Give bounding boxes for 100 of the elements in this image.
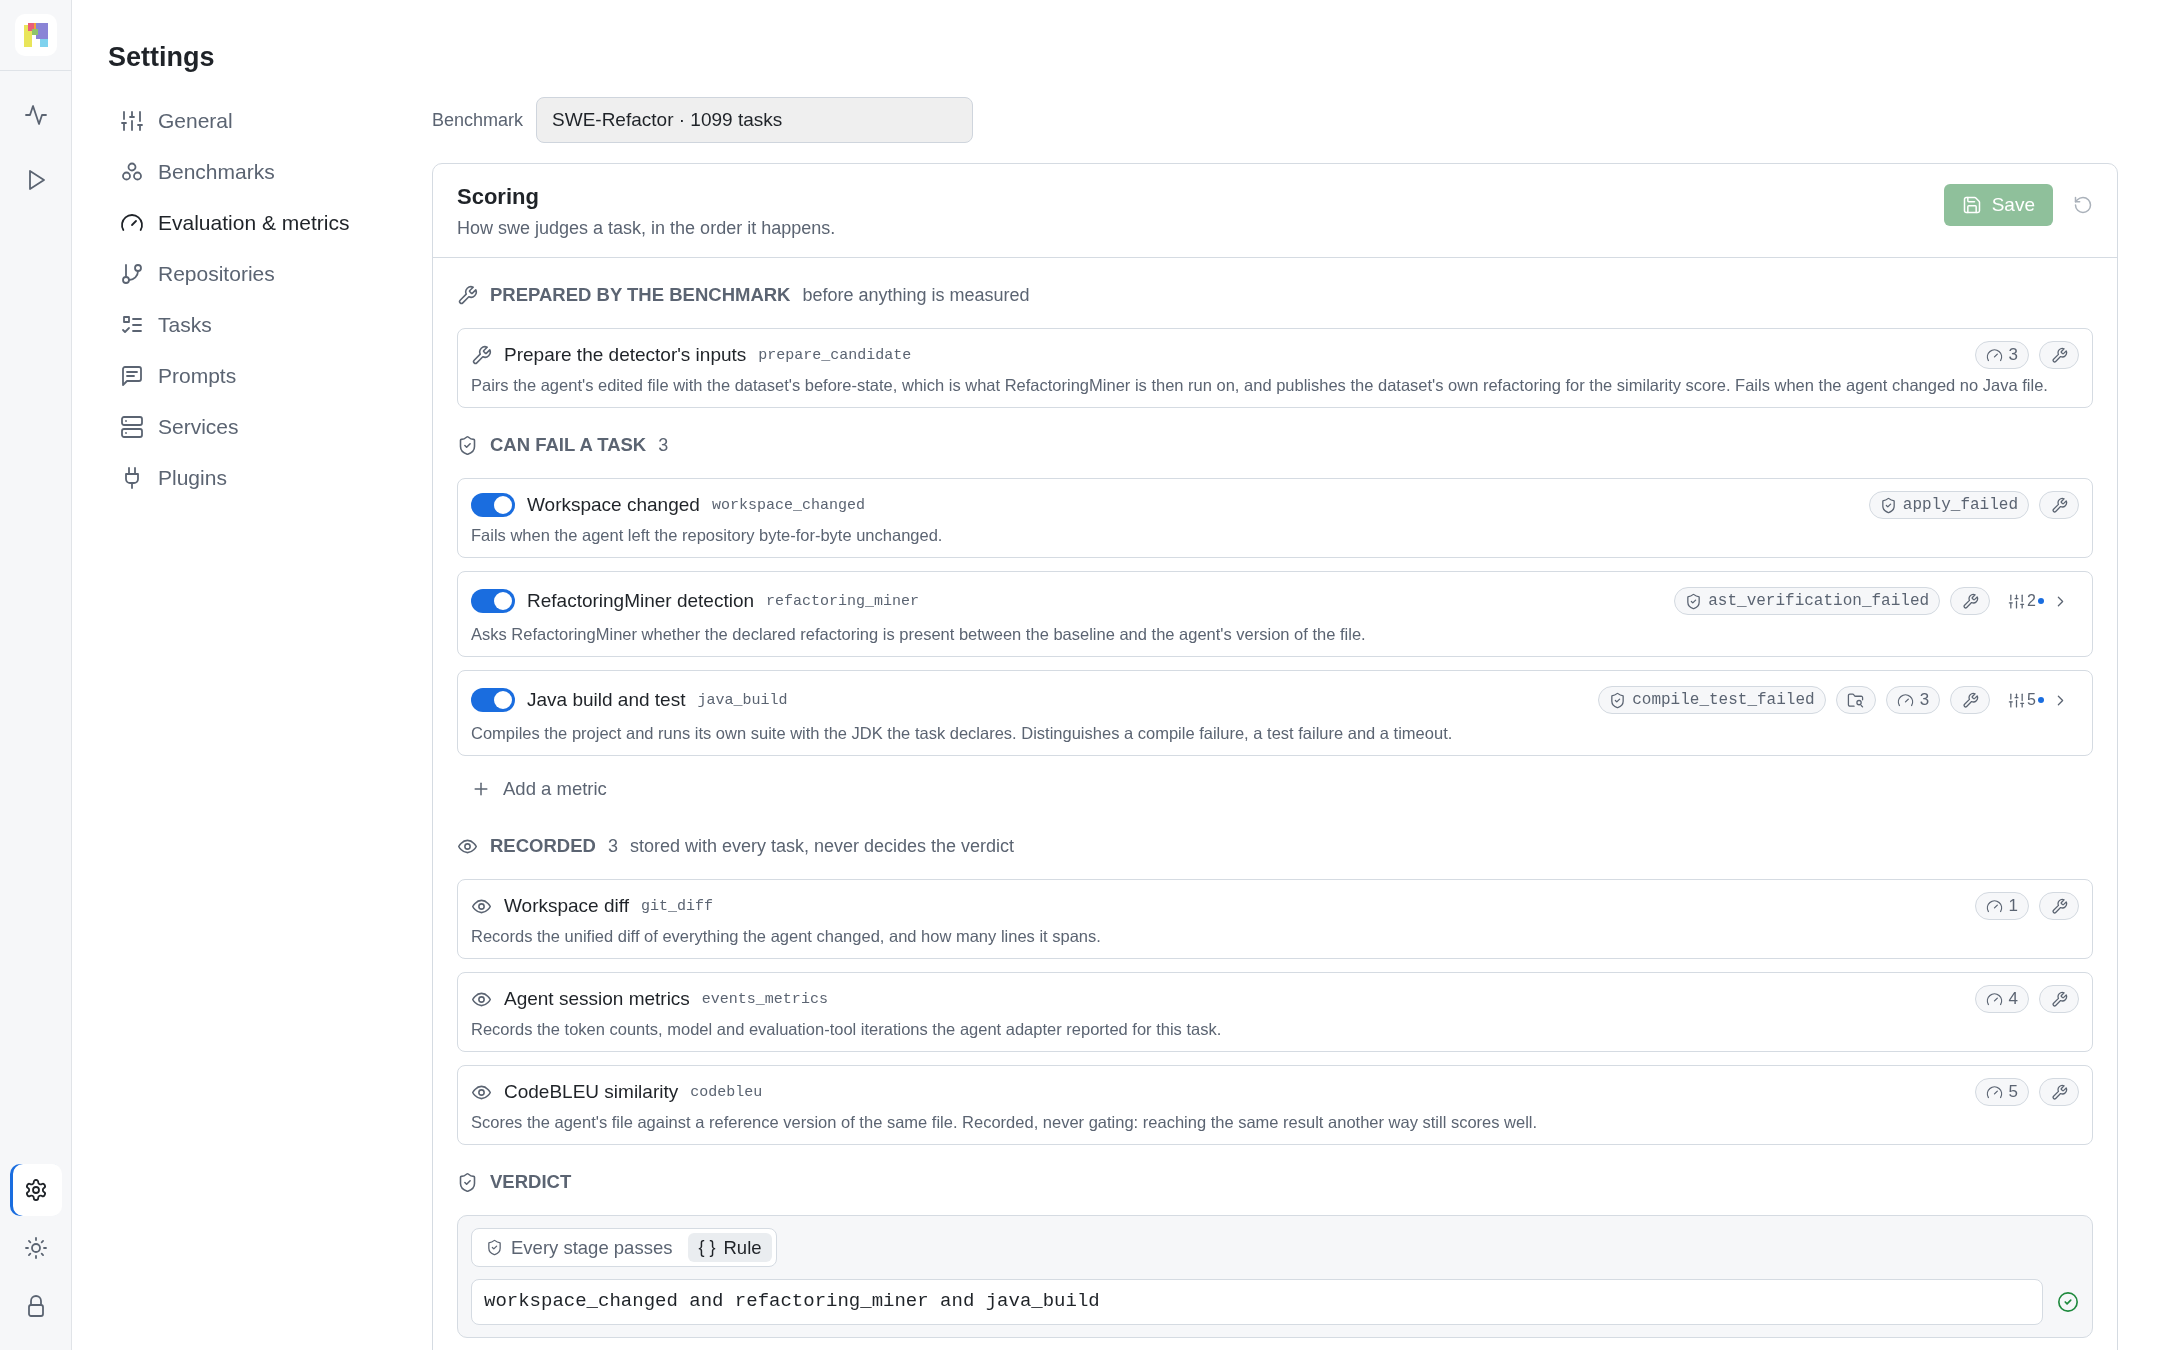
sliders-icon[interactable]	[2008, 691, 2026, 709]
folder-search-icon	[1847, 691, 1865, 709]
gauge-icon	[1985, 1083, 2003, 1101]
metric-title: Java build and test	[527, 689, 686, 711]
add-metric-button[interactable]: Add a metric	[457, 769, 607, 809]
shield-check-icon	[1609, 691, 1627, 709]
mode-tab[interactable]: Every stage passes	[476, 1233, 683, 1262]
mode-tab[interactable]: { } Rule	[688, 1233, 772, 1262]
nav-item[interactable]: Benchmarks	[108, 146, 432, 197]
panel-subtitle: How swe judges a task, in the order it happens.	[457, 218, 836, 239]
metric-id: refactoring_miner	[766, 592, 920, 610]
metric-id: codebleu	[690, 1083, 763, 1101]
shield-check-icon	[1879, 496, 1897, 514]
wrench-icon	[471, 344, 492, 366]
metrics-chip[interactable]: 3	[1885, 686, 1941, 714]
metric-description: Pairs the agent's edited file with the dataset's before-state, which is what RefactoringMiner is then run on, and publishes the dataset's own refactoring for the similarity score. Fails when the agent changed no Java file.	[471, 376, 2049, 395]
metric-id: prepare_candidate	[758, 346, 912, 364]
shield-check-icon	[1685, 592, 1703, 610]
metric-title: Prepare the detector's inputs	[504, 344, 747, 366]
pulse-icon	[23, 103, 48, 127]
metric-title: Workspace diff	[504, 895, 629, 917]
gauge-icon	[1985, 897, 2003, 915]
shield-check-icon	[486, 1239, 503, 1256]
server-icon	[120, 414, 144, 439]
nav-item[interactable]: Tasks	[108, 299, 432, 350]
metric-description: Compiles the project and runs its own suite with the JDK the task declares. Distinguishes a compile failure, a test failure and a timeout.	[471, 724, 1454, 743]
metric-id: git_diff	[640, 897, 713, 915]
nav-item[interactable]: Prompts	[108, 350, 432, 401]
wrench-icon	[2050, 897, 2068, 915]
section-note: before anything is measured	[802, 284, 1030, 306]
branch-icon	[120, 261, 144, 286]
files-button[interactable]	[1835, 686, 1876, 714]
nav-item[interactable]: Plugins	[108, 452, 432, 503]
gauge-icon	[1896, 691, 1914, 709]
tool-button[interactable]	[2039, 1078, 2079, 1106]
gauge-icon	[1985, 346, 2003, 364]
metrics-chip[interactable]: 5	[1974, 1078, 2029, 1106]
section-heading: VERDICT	[490, 1171, 572, 1193]
metric-title: RefactoringMiner detection	[527, 590, 755, 612]
section-count: 3	[607, 835, 618, 857]
panel-title: Scoring	[457, 184, 540, 210]
save-icon	[1961, 195, 1982, 215]
metrics-chip[interactable]: 3	[1974, 341, 2029, 369]
outcome-chip[interactable]: apply_failed	[1868, 491, 2029, 519]
chat-icon	[120, 363, 144, 388]
metric-id: workspace_changed	[711, 496, 865, 514]
sun-icon	[23, 1236, 48, 1260]
toggle-switch[interactable]	[471, 493, 515, 517]
field-label: Benchmark	[432, 109, 524, 131]
tool-button[interactable]	[1950, 686, 1991, 714]
metric-title: Workspace changed	[527, 494, 700, 516]
section-heading: PREPARED BY THE BENCHMARK	[490, 284, 791, 306]
wrench-icon	[457, 284, 478, 306]
toggle-switch[interactable]	[471, 589, 515, 613]
wrench-icon	[2050, 990, 2068, 1008]
wrench-icon	[1961, 691, 1979, 709]
metric-id: java_build	[697, 691, 788, 709]
section-heading: RECORDED	[490, 835, 596, 857]
section-heading: CAN FAIL A TASK	[490, 434, 647, 456]
section-count: 3	[658, 434, 669, 456]
shield-check-icon	[457, 434, 478, 456]
rail-button[interactable]	[9, 1164, 62, 1216]
benchmark-field[interactable]: SWE-Refactor · 1099 tasks	[536, 97, 974, 143]
wrench-icon	[2050, 346, 2068, 364]
metric-description: Records the token counts, model and evaluation-tool iterations the agent adapter reported for this task.	[471, 1020, 1223, 1039]
nav-item[interactable]: Repositories	[108, 248, 432, 299]
app-logo[interactable]	[14, 14, 57, 56]
outcome-chip[interactable]: ast_verification_failed	[1674, 587, 1941, 615]
tool-button[interactable]	[2039, 491, 2079, 519]
parameter-count: 5	[2027, 691, 2036, 709]
toggle-switch[interactable]	[471, 688, 515, 712]
metric-description: Fails when the agent left the repository byte-for-byte unchanged.	[471, 526, 944, 545]
tool-button[interactable]	[2039, 892, 2079, 920]
gauge-icon	[1985, 990, 2003, 1008]
nav-item[interactable]: Evaluation & metrics	[108, 197, 432, 248]
metric-id: events_metrics	[701, 990, 828, 1008]
sliders-icon	[120, 108, 144, 133]
parameter-count: 2	[2027, 592, 2036, 610]
nav-item[interactable]: Services	[108, 401, 432, 452]
tool-button[interactable]	[2039, 341, 2079, 369]
settings-icon	[23, 1178, 48, 1202]
metric-title: CodeBLEU similarity	[504, 1081, 679, 1103]
metric-description: Records the unified diff of everything the agent changed, and how many lines it spans.	[471, 927, 1102, 946]
section-note: stored with every task, never decides the verdict	[629, 835, 1015, 857]
tool-button[interactable]	[2039, 985, 2079, 1013]
tool-button[interactable]	[1950, 587, 1991, 615]
metrics-chip[interactable]: 1	[1974, 892, 2029, 920]
shield-check-icon	[457, 1171, 478, 1193]
metrics-chip[interactable]: 4	[1974, 985, 2029, 1013]
nav-item[interactable]: General	[108, 95, 432, 146]
rule-field[interactable]: workspace_changed and refactoring_miner and java_build	[471, 1279, 2043, 1325]
wrench-icon	[2050, 496, 2068, 514]
sliders-icon[interactable]	[2008, 592, 2026, 610]
metric-description: Scores the agent's file against a reference version of the same file. Recorded, never gating: reaching the same result another way still scores well.	[471, 1113, 1539, 1132]
page-title: Settings	[108, 42, 216, 73]
outcome-chip[interactable]: compile_test_failed	[1598, 686, 1826, 714]
wrench-icon	[2050, 1083, 2068, 1101]
metric-title: Agent session metrics	[504, 988, 690, 1010]
wrench-icon	[1961, 592, 1979, 610]
metric-description: Asks RefactoringMiner whether the declared refactoring is present between the baseline and the agent's version of the file.	[471, 625, 1367, 644]
